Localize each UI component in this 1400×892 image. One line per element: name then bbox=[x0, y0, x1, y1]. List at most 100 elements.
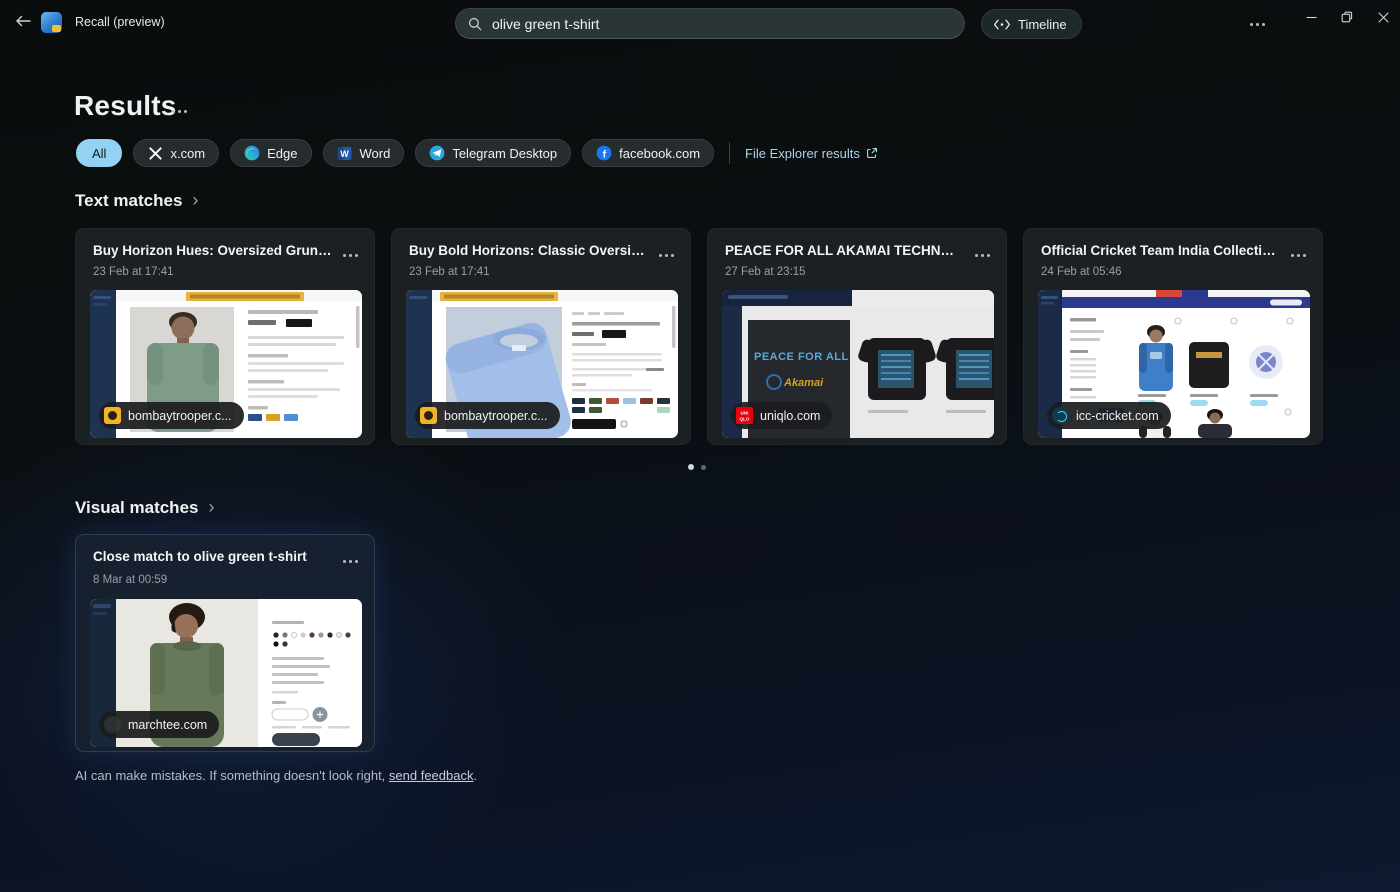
timeline-label: Timeline bbox=[1018, 16, 1067, 32]
text-match-card[interactable]: Official Cricket Team India Collection |… bbox=[1023, 228, 1323, 445]
card-date: 27 Feb at 23:15 bbox=[725, 266, 806, 278]
domain-badge: UNI QLO uniqlo.com bbox=[731, 402, 833, 429]
filter-chip-word[interactable]: W Word bbox=[322, 139, 405, 167]
card-thumbnail: bombaytrooper.c... bbox=[406, 290, 678, 438]
filter-chip-edge[interactable]: Edge bbox=[230, 139, 312, 167]
minimize-icon bbox=[1306, 16, 1316, 18]
ellipsis-icon bbox=[171, 109, 187, 113]
section-title: Text matches bbox=[75, 191, 183, 210]
svg-text:W: W bbox=[340, 149, 349, 159]
send-feedback-link[interactable]: send feedback bbox=[389, 768, 474, 783]
text-match-card[interactable]: PEACE FOR ALL AKAMAI TECHNOLOGIES (... 2… bbox=[707, 228, 1007, 445]
svg-text:PEACE FOR ALL: PEACE FOR ALL bbox=[754, 351, 849, 363]
search-input[interactable] bbox=[492, 15, 952, 32]
pagination-dot[interactable] bbox=[701, 464, 706, 470]
text-matches-heading[interactable]: Text matches › bbox=[75, 189, 199, 211]
domain-badge: bombaytrooper.c... bbox=[99, 402, 244, 429]
domain-label: marchtee.com bbox=[128, 717, 208, 732]
x-logo-icon bbox=[147, 145, 163, 161]
timeline-button[interactable]: Timeline bbox=[981, 9, 1082, 39]
minimize-button[interactable] bbox=[1294, 2, 1328, 32]
telegram-logo-icon bbox=[429, 145, 445, 161]
restore-icon bbox=[1341, 11, 1353, 23]
domain-label: uniqlo.com bbox=[760, 408, 821, 423]
disclaimer-text: AI can make mistakes. If something doesn… bbox=[75, 768, 389, 783]
card-title: Buy Horizon Hues: Oversized Grunge T-shi… bbox=[93, 243, 332, 258]
chevron-right-icon: › bbox=[192, 189, 199, 210]
card-date: 8 Mar at 00:59 bbox=[93, 574, 168, 586]
search-icon bbox=[468, 17, 482, 30]
card-date: 23 Feb at 17:41 bbox=[93, 266, 174, 278]
card-thumbnail: bombaytrooper.c... bbox=[90, 290, 362, 438]
ellipsis-icon bbox=[342, 253, 358, 257]
section-title: Visual matches bbox=[75, 498, 199, 517]
domain-badge: marchtee.com bbox=[99, 711, 220, 738]
card-title: PEACE FOR ALL AKAMAI TECHNOLOGIES (... bbox=[725, 243, 964, 258]
favicon-marchtee bbox=[104, 716, 121, 733]
chip-label: All bbox=[92, 145, 107, 161]
divider bbox=[729, 142, 731, 164]
app-title: Recall (preview) bbox=[75, 15, 165, 29]
svg-text:QLO: QLO bbox=[740, 417, 750, 422]
card-title: Close match to olive green t-shirt bbox=[93, 549, 332, 564]
chip-label: x.com bbox=[170, 145, 206, 161]
file-explorer-link-label: File Explorer results bbox=[745, 145, 860, 161]
ellipsis-icon bbox=[1290, 253, 1306, 257]
favicon-icc-cricket bbox=[1052, 407, 1069, 424]
domain-badge: bombaytrooper.c... bbox=[415, 402, 560, 429]
close-icon bbox=[1377, 11, 1389, 23]
back-button[interactable] bbox=[8, 8, 38, 38]
filter-chip-facebook[interactable]: f facebook.com bbox=[582, 139, 715, 167]
chip-label: facebook.com bbox=[619, 145, 701, 161]
ellipsis-icon bbox=[1249, 22, 1265, 26]
chip-label: Edge bbox=[267, 145, 298, 161]
text-match-card[interactable]: Buy Bold Horizons: Classic Oversized T-s… bbox=[391, 228, 691, 445]
search-box[interactable] bbox=[455, 8, 965, 39]
card-more-button[interactable] bbox=[336, 551, 364, 571]
carousel-pagination[interactable] bbox=[688, 464, 706, 470]
visual-match-card[interactable]: Close match to olive green t-shirt 8 Mar… bbox=[75, 534, 375, 752]
visual-matches-heading[interactable]: Visual matches › bbox=[75, 496, 215, 518]
page-title: Results bbox=[74, 90, 177, 121]
disclaimer-suffix: . bbox=[473, 768, 478, 783]
external-link-icon bbox=[866, 147, 877, 158]
domain-badge: icc-cricket.com bbox=[1047, 402, 1171, 429]
card-more-button[interactable] bbox=[336, 245, 364, 265]
text-match-card[interactable]: Buy Horizon Hues: Oversized Grunge T-shi… bbox=[75, 228, 375, 445]
arrow-left-icon bbox=[16, 15, 31, 27]
file-explorer-results-link[interactable]: File Explorer results bbox=[745, 146, 878, 161]
card-title: Official Cricket Team India Collection |… bbox=[1041, 243, 1280, 258]
favicon-uniqlo: UNI QLO bbox=[736, 407, 753, 424]
ai-disclaimer: AI can make mistakes. If something doesn… bbox=[75, 768, 477, 783]
ellipsis-icon bbox=[342, 559, 358, 563]
filter-chip-all[interactable]: All bbox=[76, 139, 123, 167]
restore-button[interactable] bbox=[1330, 2, 1364, 32]
titlebar-more-button[interactable] bbox=[1242, 9, 1272, 39]
svg-text:f: f bbox=[603, 148, 607, 160]
card-more-button[interactable] bbox=[652, 245, 680, 265]
word-logo-icon: W bbox=[337, 145, 353, 161]
domain-label: bombaytrooper.c... bbox=[128, 408, 232, 423]
card-title-prefix: Close match to bbox=[93, 549, 194, 564]
favicon-bombaytrooper bbox=[104, 407, 121, 424]
recall-app-icon bbox=[41, 12, 62, 33]
results-more-button[interactable] bbox=[165, 98, 193, 124]
chip-label: Telegram Desktop bbox=[452, 145, 558, 161]
pagination-dot-active[interactable] bbox=[688, 464, 694, 470]
card-thumbnail: marchtee.com bbox=[90, 599, 362, 747]
close-button[interactable] bbox=[1366, 2, 1400, 32]
card-title-query: olive green t-shirt bbox=[193, 549, 307, 564]
card-more-button[interactable] bbox=[968, 245, 996, 265]
domain-label: bombaytrooper.c... bbox=[444, 408, 548, 423]
ellipsis-icon bbox=[658, 253, 674, 257]
svg-text:UNI: UNI bbox=[741, 411, 749, 416]
card-more-button[interactable] bbox=[1284, 245, 1312, 265]
card-title: Buy Bold Horizons: Classic Oversized T-s… bbox=[409, 243, 648, 258]
titlebar: Recall (preview) Timeline bbox=[0, 0, 1400, 48]
favicon-bombaytrooper bbox=[420, 407, 437, 424]
card-date: 23 Feb at 17:41 bbox=[409, 266, 490, 278]
filter-chip-telegram[interactable]: Telegram Desktop bbox=[415, 139, 572, 167]
filter-chip-xcom[interactable]: x.com bbox=[133, 139, 220, 167]
chip-label: Word bbox=[359, 145, 391, 161]
chevron-right-icon: › bbox=[208, 496, 215, 517]
